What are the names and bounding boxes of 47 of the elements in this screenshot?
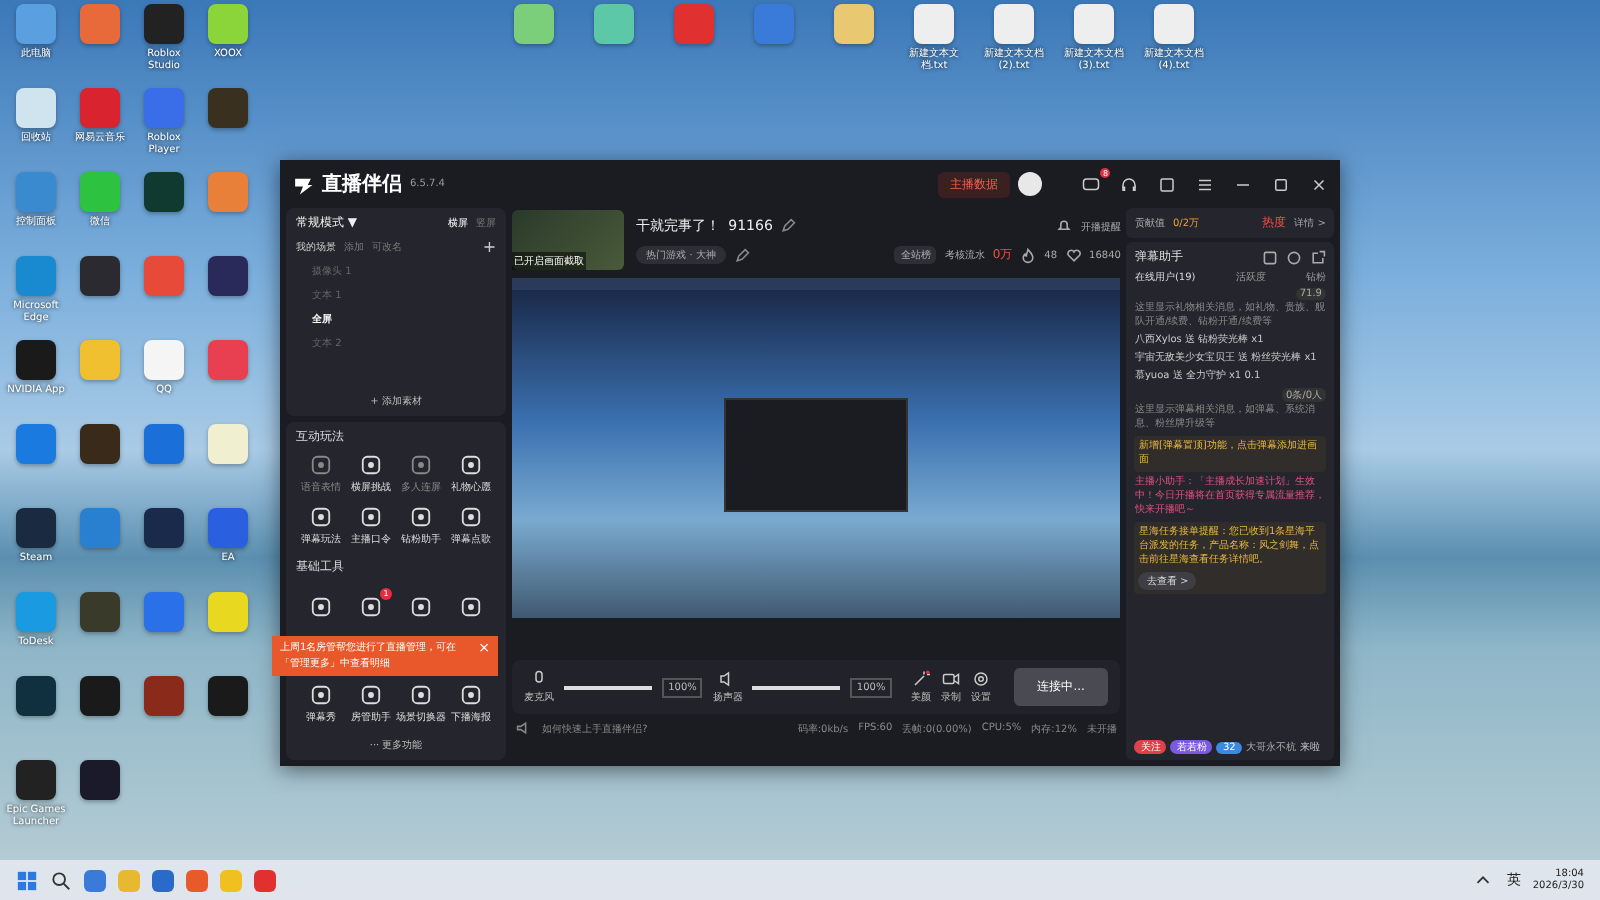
message-icon[interactable]	[1082, 175, 1100, 193]
box-icon[interactable]	[1262, 249, 1278, 265]
app-icon[interactable]	[80, 256, 120, 296]
maximize-icon[interactable]	[1272, 175, 1290, 193]
add-scene-button[interactable]: +	[482, 238, 497, 256]
logo-icon	[292, 173, 314, 195]
edit-icon[interactable]	[733, 247, 750, 263]
pop-out-icon[interactable]	[1310, 249, 1326, 265]
app-icon[interactable]	[80, 676, 120, 716]
avatar[interactable]	[1018, 172, 1042, 196]
app-icon[interactable]	[1074, 4, 1114, 44]
app-icon[interactable]	[914, 4, 954, 44]
app-icon[interactable]	[208, 676, 248, 716]
taskbar-app-icon[interactable]	[84, 869, 106, 891]
taskbar-app-icon[interactable]	[152, 869, 174, 891]
app-icon[interactable]	[144, 508, 184, 548]
bell-icon	[1056, 218, 1073, 234]
windows-icon[interactable]	[16, 869, 38, 891]
app-icon[interactable]	[16, 340, 56, 380]
settings-icon[interactable]	[972, 670, 991, 688]
heart-icon	[1065, 247, 1082, 263]
app-icon[interactable]	[16, 508, 56, 548]
app-icon[interactable]	[80, 424, 120, 464]
taskbar-app-icon[interactable]	[254, 869, 276, 891]
app-icon[interactable]	[144, 676, 184, 716]
app-title: 直播伴侣	[322, 171, 402, 198]
app-icon[interactable]	[80, 592, 120, 632]
app-icon[interactable]	[16, 676, 56, 716]
app-icon[interactable]	[208, 256, 248, 296]
app-icon[interactable]	[144, 4, 184, 44]
app-icon[interactable]	[80, 760, 120, 800]
box-icon[interactable]	[1158, 175, 1176, 193]
taskbar-app-icon[interactable]	[186, 869, 208, 891]
search-icon[interactable]	[50, 869, 72, 891]
camera-icon[interactable]	[942, 670, 961, 688]
app-icon[interactable]	[1154, 4, 1194, 44]
menu-icon[interactable]	[1196, 175, 1214, 193]
settings-icon[interactable]	[1286, 249, 1302, 265]
headset-icon[interactable]	[1120, 175, 1138, 193]
wand-icon[interactable]	[912, 670, 931, 688]
close-icon[interactable]	[1310, 175, 1328, 193]
app-icon[interactable]	[16, 760, 56, 800]
app-icon[interactable]	[144, 172, 184, 212]
flame-icon	[1020, 247, 1037, 263]
app-icon[interactable]	[994, 4, 1034, 44]
microphone-icon[interactable]	[530, 670, 549, 688]
edit-icon[interactable]	[780, 218, 797, 234]
